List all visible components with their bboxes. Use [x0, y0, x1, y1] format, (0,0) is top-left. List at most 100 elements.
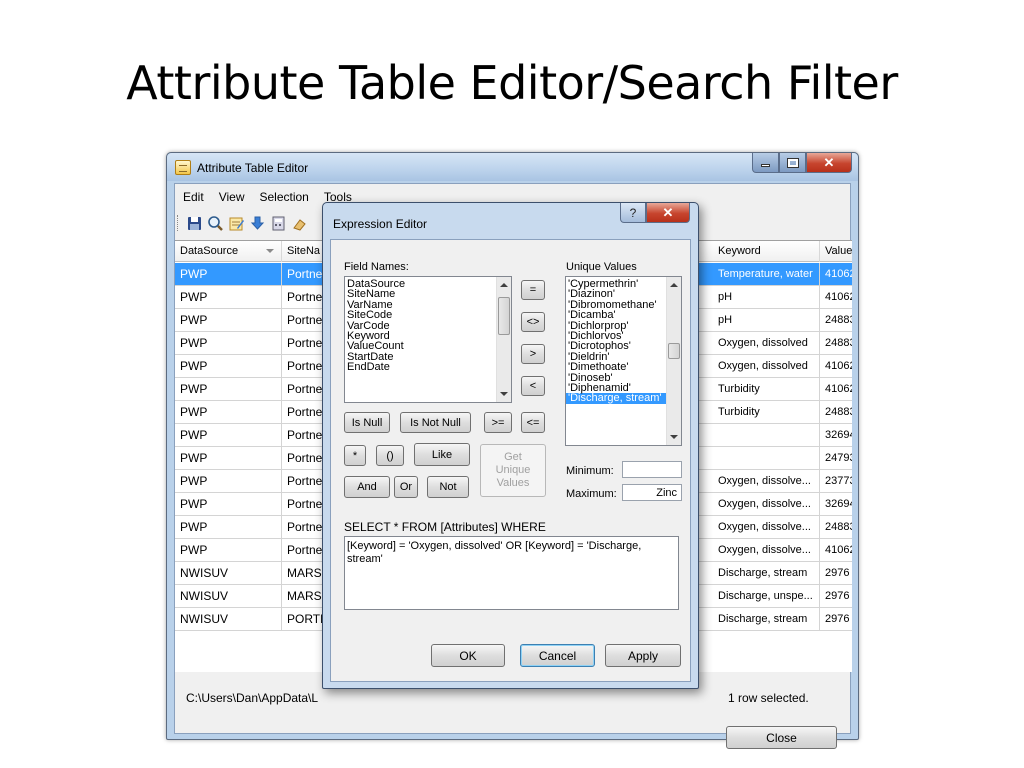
menu-edit[interactable]: Edit	[175, 190, 211, 208]
field-names-list[interactable]: DataSource SiteName VarName SiteCode VarCode…	[344, 276, 512, 403]
cell-datasource[interactable]: PWP	[175, 378, 282, 400]
apply-button[interactable]: Apply	[605, 644, 681, 667]
cell-value[interactable]: 41062	[820, 378, 852, 400]
cancel-button[interactable]: Cancel	[520, 644, 595, 667]
cell-value[interactable]: 2976	[820, 608, 852, 630]
cell-datasource[interactable]: PWP	[175, 401, 282, 423]
cell-datasource[interactable]: PWP	[175, 539, 282, 561]
unique-value-item[interactable]: 'Discharge, stream'	[566, 393, 681, 404]
cell-value[interactable]: 2976	[820, 562, 852, 584]
search-icon[interactable]	[207, 215, 224, 232]
not-button[interactable]: Not	[427, 476, 469, 498]
scroll-down-icon[interactable]	[500, 392, 508, 396]
cell-keyword[interactable]	[713, 424, 820, 446]
menu-selection[interactable]: Selection	[251, 190, 315, 208]
wildcard-button[interactable]: *	[344, 445, 366, 466]
cell-datasource[interactable]: PWP	[175, 332, 282, 354]
window-titlebar[interactable]: Attribute Table Editor ✕	[167, 153, 858, 181]
maximize-button[interactable]	[779, 153, 806, 173]
cell-value[interactable]: 41062	[820, 263, 852, 285]
cell-datasource[interactable]: PWP	[175, 516, 282, 538]
greater-equal-button[interactable]: >=	[484, 412, 512, 433]
column-header-value[interactable]: Value	[820, 241, 852, 262]
scroll-up-icon[interactable]	[500, 283, 508, 287]
cell-value[interactable]: 23773	[820, 470, 852, 492]
cell-datasource[interactable]: PWP	[175, 286, 282, 308]
cell-value[interactable]: 41062	[820, 355, 852, 377]
cell-keyword[interactable]	[713, 447, 820, 469]
cell-value[interactable]: 24883	[820, 401, 852, 423]
cell-value[interactable]: 24883	[820, 309, 852, 331]
cell-value[interactable]: 41062	[820, 286, 852, 308]
sql-expression-field[interactable]: [Keyword] = 'Oxygen, dissolved' OR [Keyw…	[344, 536, 679, 610]
scroll-thumb[interactable]	[668, 343, 680, 359]
scroll-thumb[interactable]	[498, 297, 510, 335]
cell-datasource[interactable]: NWISUV	[175, 585, 282, 607]
unique-values-scrollbar[interactable]	[666, 277, 681, 445]
cell-keyword[interactable]: Oxygen, dissolve...	[713, 539, 820, 561]
toolbar-grip[interactable]	[177, 215, 180, 231]
unique-values-list[interactable]: 'Cypermethrin' 'Diazinon' 'Dibromomethane'…	[565, 276, 682, 446]
cell-keyword[interactable]: Oxygen, dissolved	[713, 332, 820, 354]
cell-keyword[interactable]: Oxygen, dissolved	[713, 355, 820, 377]
menu-view[interactable]: View	[211, 190, 252, 208]
dialog-close-button[interactable]: ✕	[646, 203, 690, 223]
column-header-datasource[interactable]: DataSource	[175, 241, 282, 262]
download-arrow-icon[interactable]	[249, 215, 266, 232]
minimum-field[interactable]	[622, 461, 682, 478]
is-null-button[interactable]: Is Null	[344, 412, 390, 433]
cell-value[interactable]: 2976	[820, 585, 852, 607]
cell-keyword[interactable]: Temperature, water	[713, 263, 820, 285]
cell-datasource[interactable]: PWP	[175, 424, 282, 446]
scroll-up-icon[interactable]	[670, 283, 678, 287]
cell-keyword[interactable]: Discharge, stream	[713, 608, 820, 630]
less-than-button[interactable]: <	[521, 376, 545, 396]
cell-keyword[interactable]: pH	[713, 309, 820, 331]
edit-table-icon[interactable]	[228, 215, 245, 232]
like-button[interactable]: Like	[414, 443, 470, 466]
column-header-keyword[interactable]: Keyword	[713, 241, 820, 262]
cell-keyword[interactable]: Oxygen, dissolve...	[713, 470, 820, 492]
cell-datasource[interactable]: PWP	[175, 309, 282, 331]
window-close-button[interactable]: ✕	[806, 153, 852, 173]
field-list-scrollbar[interactable]	[496, 277, 511, 402]
cell-keyword[interactable]: Discharge, stream	[713, 562, 820, 584]
cell-value[interactable]: 32694	[820, 424, 852, 446]
cell-keyword[interactable]: Oxygen, dissolve...	[713, 493, 820, 515]
less-equal-button[interactable]: <=	[521, 412, 545, 433]
cell-keyword[interactable]: Oxygen, dissolve...	[713, 516, 820, 538]
cell-keyword[interactable]: Turbidity	[713, 401, 820, 423]
save-icon[interactable]	[186, 215, 203, 232]
and-button[interactable]: And	[344, 476, 390, 498]
field-name-item[interactable]: EndDate	[345, 362, 511, 373]
cell-datasource[interactable]: PWP	[175, 355, 282, 377]
cell-keyword[interactable]: Turbidity	[713, 378, 820, 400]
cell-datasource[interactable]: PWP	[175, 263, 282, 285]
ok-button[interactable]: OK	[431, 644, 505, 667]
is-not-null-button[interactable]: Is Not Null	[400, 412, 471, 433]
help-button[interactable]: ?	[620, 203, 646, 223]
cell-keyword[interactable]: Discharge, unspe...	[713, 585, 820, 607]
not-equal-button[interactable]: <>	[521, 312, 545, 332]
cell-datasource[interactable]: PWP	[175, 447, 282, 469]
cell-keyword[interactable]: pH	[713, 286, 820, 308]
cell-value[interactable]: 24793	[820, 447, 852, 469]
cell-datasource[interactable]: PWP	[175, 470, 282, 492]
clear-icon[interactable]	[291, 215, 308, 232]
scroll-down-icon[interactable]	[670, 435, 678, 439]
close-button[interactable]: Close	[726, 726, 837, 749]
cell-value[interactable]: 32694	[820, 493, 852, 515]
cell-value[interactable]: 24883	[820, 516, 852, 538]
calculator-icon[interactable]	[270, 215, 287, 232]
equals-button[interactable]: =	[521, 280, 545, 300]
parentheses-button[interactable]: ()	[376, 445, 404, 466]
cell-datasource[interactable]: PWP	[175, 493, 282, 515]
cell-datasource[interactable]: NWISUV	[175, 608, 282, 630]
get-unique-values-button[interactable]: Get Unique Values	[480, 444, 546, 497]
maximum-field[interactable]: Zinc	[622, 484, 682, 501]
greater-than-button[interactable]: >	[521, 344, 545, 364]
cell-value[interactable]: 41062	[820, 539, 852, 561]
cell-datasource[interactable]: NWISUV	[175, 562, 282, 584]
cell-value[interactable]: 24883	[820, 332, 852, 354]
minimize-button[interactable]	[752, 153, 779, 173]
